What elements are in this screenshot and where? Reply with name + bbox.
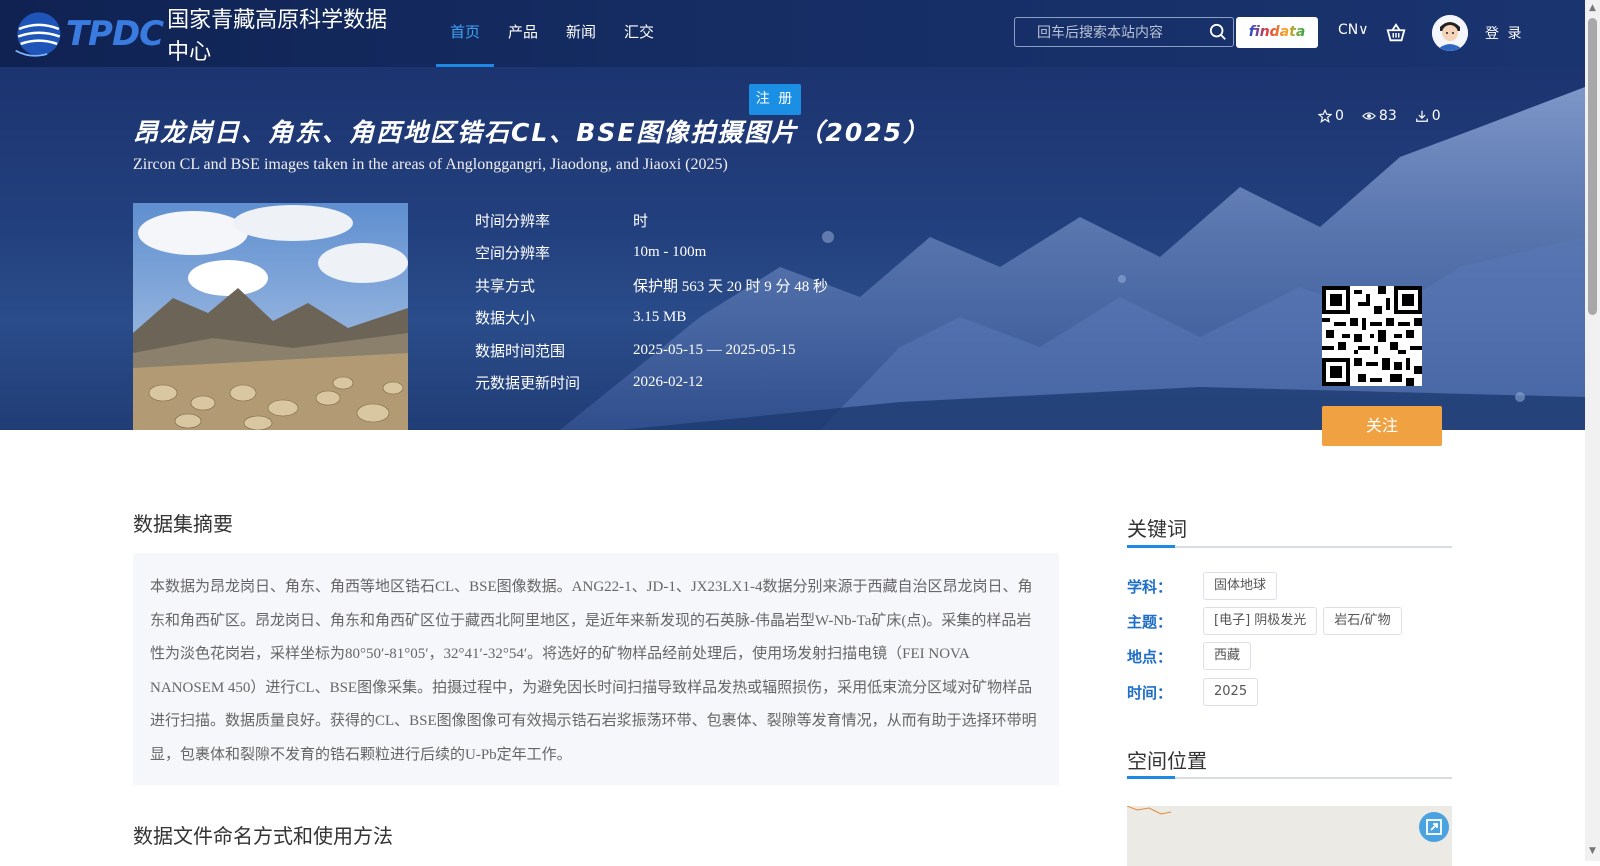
star-count: 0 [1335,108,1344,124]
dataset-title-en: Zircon CL and BSE images taken in the ar… [133,156,728,173]
follow-button[interactable]: 关注 [1322,406,1442,446]
avatar[interactable] [1432,15,1468,51]
keyword-label: 时间： [1127,683,1173,702]
meta-value: 2025-05-15 — 2025-05-15 [633,341,796,358]
meta-label: 共享方式 [475,276,536,295]
keywords-heading: 关键词 [1127,517,1187,541]
nav-item-products[interactable]: 产品 [494,0,552,67]
findata-button[interactable]: findata [1236,17,1318,48]
dataset-thumbnail[interactable] [133,203,408,430]
top-header: TPDC 国家青藏高原科学数据中心 首页 产品 新闻 汇交 findata CN… [0,0,1585,67]
keyword-tag[interactable]: 西藏 [1203,642,1252,670]
keyword-row-subject: 学科： 固体地球 [1127,572,1283,600]
keyword-label: 学科： [1127,577,1173,596]
scroll-up-icon[interactable]: ▲ [1588,3,1597,15]
keyword-row-theme: 主题： [电子] 阴极发光 岩石/矿物 [1127,607,1408,635]
keyword-row-place: 地点： 西藏 [1127,642,1257,670]
keywords-divider [1127,545,1452,548]
qr-code-icon [1322,286,1422,386]
meta-label: 数据大小 [475,309,536,328]
meta-row: 数据大小 3.15 MB [475,302,828,335]
user-avatar-icon [1432,15,1468,51]
star-stat[interactable]: 0 [1318,108,1344,124]
nav-item-home[interactable]: 首页 [436,0,495,67]
logo-tpdc-text: TPDC [65,14,164,54]
search-icon[interactable] [1209,23,1227,41]
download-icon [1415,110,1428,122]
nav-item-news[interactable]: 新闻 [552,0,610,67]
meta-row: 时间分辨率 时 [475,204,828,237]
location-heading: 空间位置 [1127,749,1207,773]
findata-label: findata [1248,24,1306,40]
download-stat: 0 [1415,108,1441,124]
keyword-row-time: 时间： 2025 [1127,678,1264,706]
map-expand-button[interactable] [1419,812,1449,842]
meta-value: 时 [633,213,649,230]
location-divider [1127,776,1452,779]
keyword-label: 主题： [1127,612,1173,631]
search-box [1014,17,1234,48]
cart-icon[interactable] [1385,22,1407,44]
language-selector[interactable]: CN∨ [1338,22,1369,38]
view-stat: 83 [1361,108,1397,124]
view-count: 83 [1378,108,1397,124]
meta-value: 2026-02-12 [633,374,703,391]
meta-value: 保护期 563 天 20 时 9 分 48 秒 [633,278,829,295]
expand-icon [1426,819,1442,835]
logo-cn-text: 国家青藏高原科学数据中心 [167,8,388,65]
keyword-tag[interactable]: 岩石/矿物 [1323,607,1402,635]
site-logo[interactable]: TPDC 国家青藏高原科学数据中心 [14,3,394,65]
meta-row: 元数据更新时间 2026-02-12 [475,367,828,400]
abstract-text: 本数据为昂龙岗日、角东、角西等地区锆石CL、BSE图像数据。ANG22-1、JD… [133,553,1059,785]
landscape-photo [133,203,408,430]
globe-logo-icon [15,12,61,57]
meta-value: 10m - 100m [633,244,707,261]
meta-label: 时间分辨率 [475,211,551,230]
map-boundary [1127,806,1172,815]
keyword-label: 地点： [1127,647,1173,666]
star-icon [1318,109,1332,123]
meta-row: 数据时间范围 2025-05-15 — 2025-05-15 [475,334,828,367]
meta-label: 数据时间范围 [475,341,566,360]
meta-row: 空间分辨率 10m - 100m [475,237,828,270]
dataset-stats: 0 83 0 [1318,108,1441,124]
meta-label: 空间分辨率 [475,244,551,263]
keyword-tag[interactable]: 2025 [1203,678,1259,706]
abstract-heading: 数据集摘要 [133,512,233,536]
naming-heading: 数据文件命名方式和使用方法 [133,824,393,848]
main-nav: 首页 产品 新闻 汇交 [436,0,668,67]
login-link[interactable]: 登 录 [1485,23,1523,43]
dataset-metadata: 时间分辨率 时 空间分辨率 10m - 100m 共享方式 保护期 563 天 … [475,204,828,399]
qr-code [1322,286,1422,386]
search-input[interactable] [1035,18,1209,48]
page-scrollbar[interactable]: ▲ ▼ [1585,0,1600,861]
dataset-title-cn: 昂龙岗日、角东、角西地区锆石CL、BSE图像拍摄图片（2025） [133,118,930,147]
download-count: 0 [1431,108,1441,124]
keyword-tag[interactable]: [电子] 阴极发光 [1203,607,1318,635]
meta-label: 元数据更新时间 [475,374,581,393]
nav-item-submit[interactable]: 汇交 [610,0,668,67]
eye-icon [1361,112,1376,120]
location-map[interactable] [1127,806,1452,866]
meta-row: 共享方式 保护期 563 天 20 时 9 分 48 秒 [475,269,828,302]
scroll-down-icon[interactable]: ▼ [1588,846,1597,858]
meta-value: 3.15 MB [633,309,687,326]
keyword-tag[interactable]: 固体地球 [1203,572,1278,600]
register-tag[interactable]: 注 册 [749,84,801,115]
scrollbar-thumb[interactable] [1588,18,1597,315]
